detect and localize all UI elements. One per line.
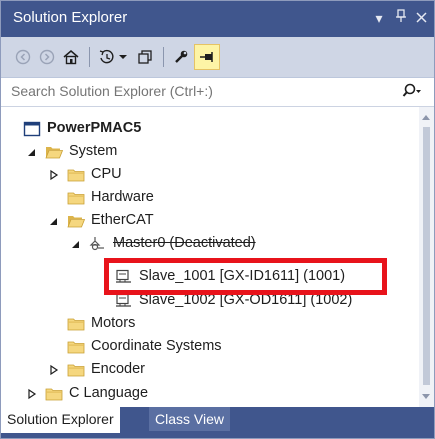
tree-item-system[interactable]: System: [1, 140, 419, 164]
tree-item-label: Encoder: [91, 361, 146, 377]
folder-icon: [67, 339, 85, 355]
collapsed-arrow-icon[interactable]: [27, 387, 39, 401]
expanded-arrow-icon[interactable]: [49, 214, 61, 228]
tree-item-powerpmac5[interactable]: PowerPMAC5: [1, 117, 419, 141]
folder-icon: [45, 386, 63, 402]
scroll-thumb[interactable]: [423, 127, 430, 385]
expanded-arrow-icon[interactable]: [27, 145, 39, 159]
tab-class-view[interactable]: Class View: [149, 407, 230, 431]
folder-open-icon: [67, 213, 86, 229]
tree-item-hardware[interactable]: Hardware: [1, 186, 419, 210]
slave-icon: [115, 293, 133, 309]
collapsed-arrow-icon[interactable]: [49, 363, 61, 377]
tree-item-slave-1001[interactable]: Slave_1001 [GX-ID1611] (1001): [1, 265, 419, 289]
tree-item-label: Slave_1002 [GX-OD1611] (1002): [139, 292, 353, 308]
tree-item-ethercat[interactable]: EtherCAT: [1, 209, 419, 233]
tree-item-label: Slave_1001 [GX-ID1611] (1001): [139, 268, 346, 284]
tree-item-label: CPU: [91, 166, 122, 182]
tree-item-label: Coordinate Systems: [91, 338, 222, 354]
forward-icon[interactable]: [35, 45, 59, 69]
tree-item-label: Master0 (Deactivated): [113, 235, 256, 251]
toolbar-separator: [89, 47, 90, 67]
vertical-scrollbar[interactable]: [419, 107, 434, 407]
tree-item-slave-1002[interactable]: Slave_1002 [GX-OD1611] (1002): [1, 289, 419, 313]
title-bar: Solution Explorer ▾: [1, 1, 434, 37]
toolbar: [1, 37, 434, 78]
folder-icon: [67, 362, 85, 378]
master-icon: [89, 236, 107, 252]
toolbar-separator: [163, 47, 164, 67]
pin-icon[interactable]: [390, 7, 412, 29]
search-icon[interactable]: [402, 83, 422, 102]
close-icon[interactable]: [410, 7, 432, 29]
tree-item-motors[interactable]: Motors: [1, 312, 419, 336]
menu-dropdown-icon[interactable]: ▾: [368, 7, 390, 29]
project-icon: [23, 121, 41, 137]
slave-icon: [115, 269, 133, 285]
scroll-up-icon[interactable]: [422, 115, 430, 120]
history-dropdown-icon[interactable]: [116, 45, 130, 69]
search-input[interactable]: [11, 81, 381, 101]
folder-open-icon: [45, 144, 64, 160]
home-icon[interactable]: [59, 45, 83, 69]
tree-item-cpu[interactable]: CPU: [1, 163, 419, 187]
collapsed-arrow-icon[interactable]: [49, 168, 61, 182]
tree-item-label: Hardware: [91, 189, 154, 205]
panel-title: Solution Explorer: [13, 9, 128, 26]
tab-solution-explorer[interactable]: Solution Explorer: [1, 407, 120, 433]
tree-item-coordinate-systems[interactable]: Coordinate Systems: [1, 335, 419, 359]
bottom-tab-strip: Solution Explorer Class View: [1, 407, 434, 438]
tree-item-label: PowerPMAC5: [47, 120, 142, 136]
tree-item-label: Motors: [91, 315, 136, 331]
solution-explorer-panel: Solution Explorer ▾ Search Solution Expl…: [0, 0, 435, 439]
tree-item-master0[interactable]: Master0 (Deactivated): [1, 232, 419, 256]
folder-icon: [67, 316, 85, 332]
properties-icon[interactable]: [169, 45, 193, 69]
tree-item-label: System: [69, 143, 118, 159]
tree-item-label: EtherCAT: [91, 212, 154, 228]
view-icon[interactable]: [133, 45, 157, 69]
solution-tree: PowerPMAC5 System CPU Hardware EtherCAT …: [1, 107, 419, 407]
tree-item-c-language[interactable]: C Language: [1, 382, 419, 406]
scroll-down-icon[interactable]: [422, 394, 430, 399]
tree-item-label: C Language: [69, 385, 149, 401]
search-bar: [1, 78, 434, 107]
folder-icon: [67, 167, 85, 183]
tree-item-encoder[interactable]: Encoder: [1, 358, 419, 382]
pin-active-icon[interactable]: [194, 44, 220, 70]
back-icon[interactable]: [11, 45, 35, 69]
expanded-arrow-icon[interactable]: [71, 237, 83, 251]
folder-icon: [67, 190, 85, 206]
